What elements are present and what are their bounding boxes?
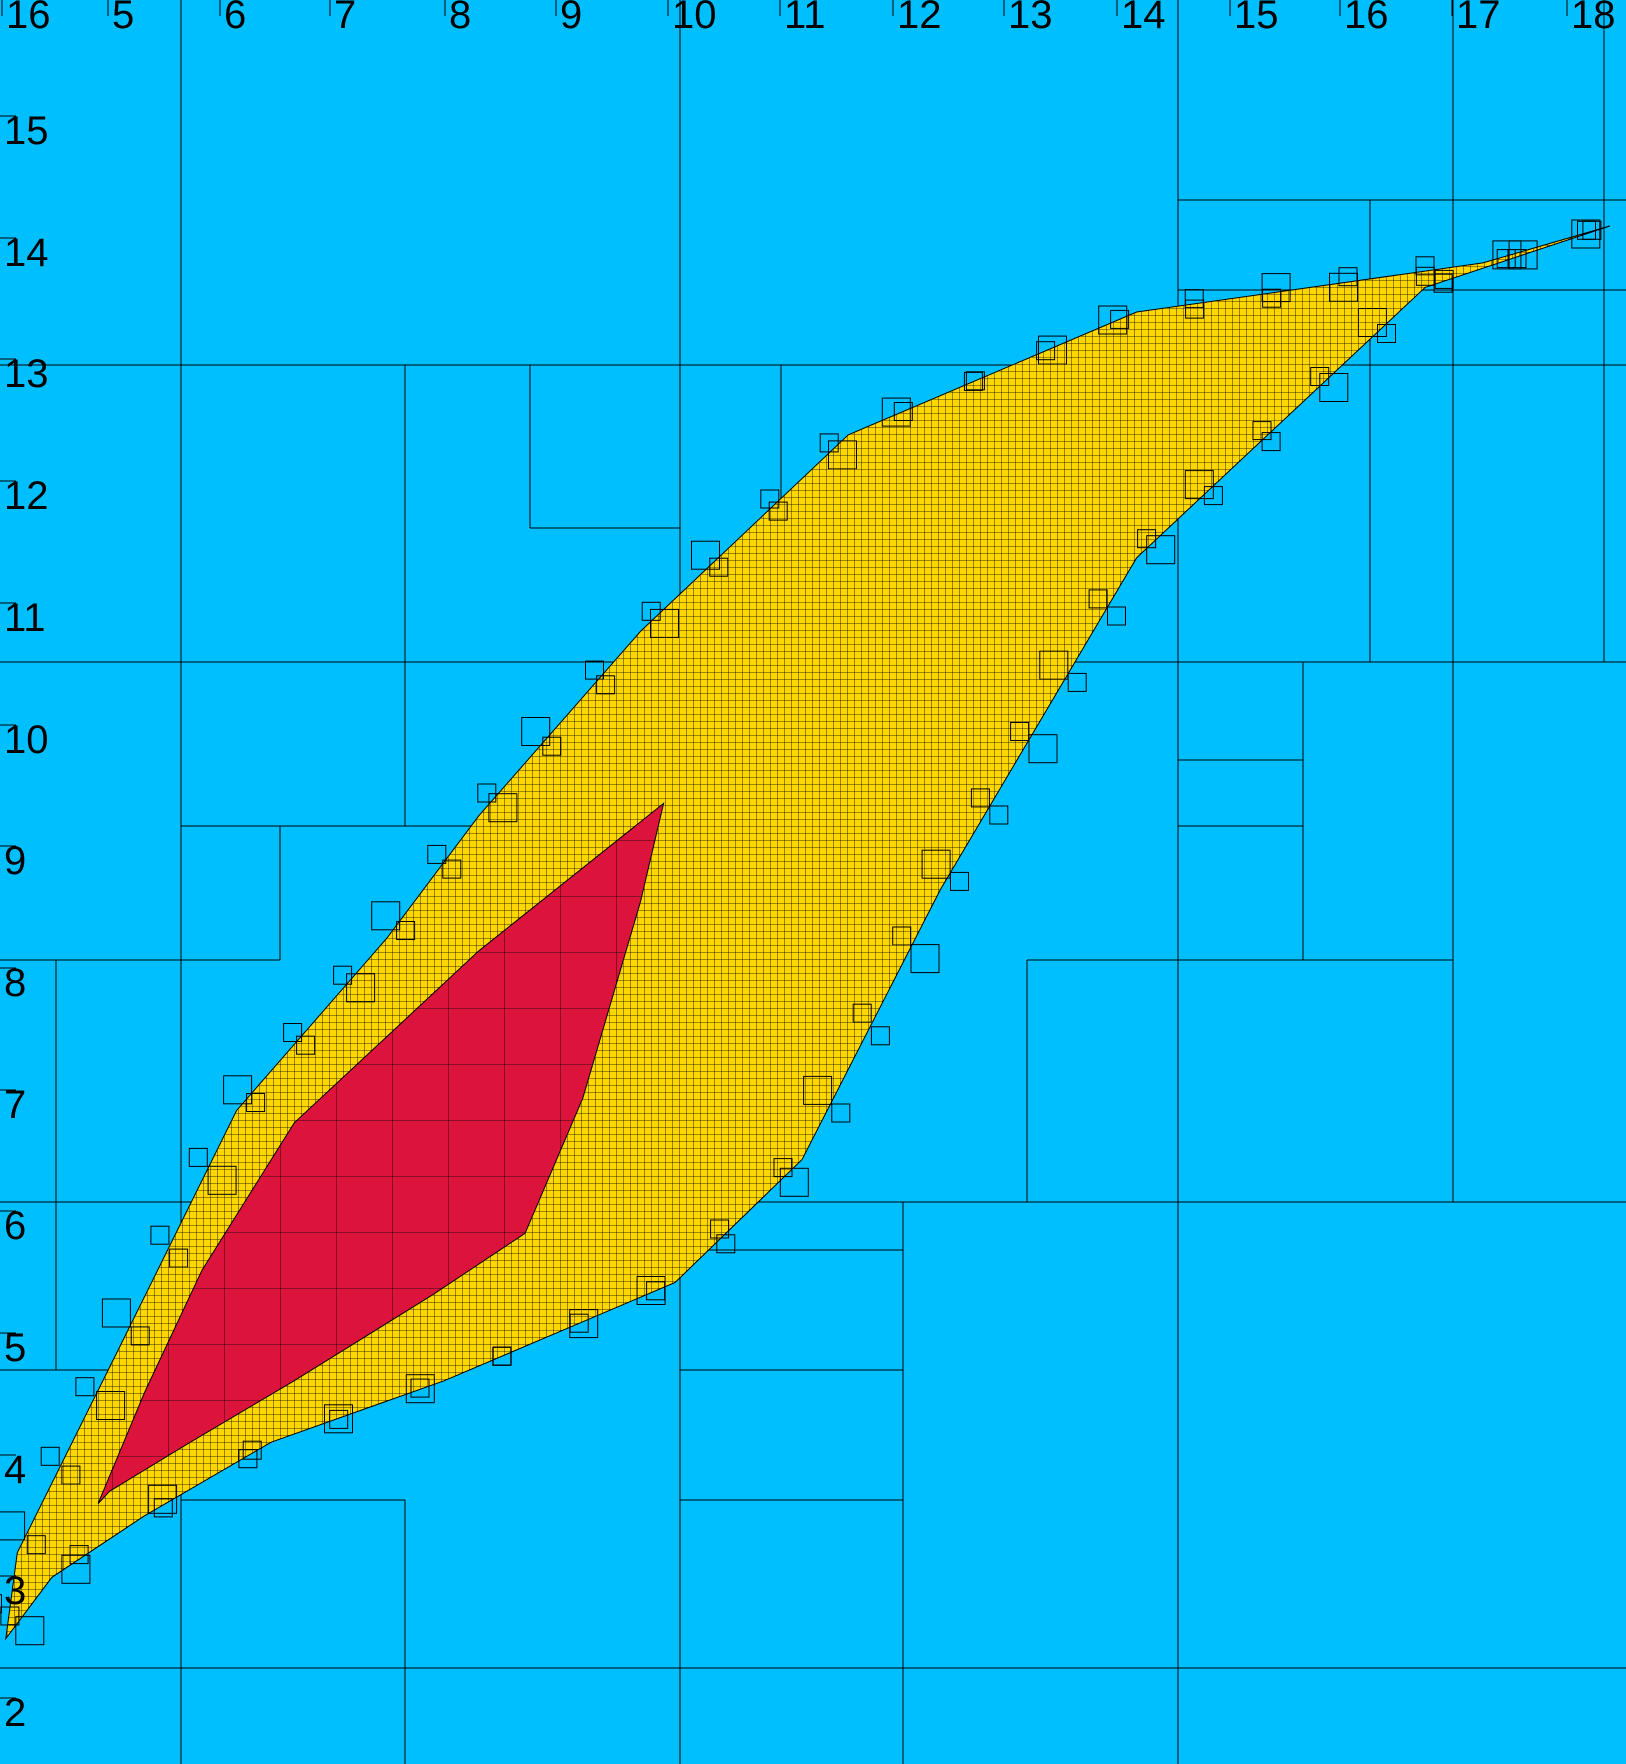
x-tick-label: 11 [784, 0, 826, 37]
x-tick-label: 16 [1344, 0, 1389, 37]
x-tick-label: 5 [112, 0, 134, 37]
x-tick-label: 10 [672, 0, 717, 37]
x-tick-label: 13 [1008, 0, 1053, 37]
x-tick-label: 7 [334, 0, 356, 37]
x-tick-label: 12 [897, 0, 942, 37]
subpaving-plot: 16 5 6 7 8 9 10 11 12 13 14 15 16 17 18 15 14 13 12 11 10 9 8… [0, 0, 1626, 1764]
x-tick-label: 18 [1571, 0, 1616, 37]
x-tick-label: 15 [1234, 0, 1279, 37]
x-tick-label: 8 [449, 0, 471, 37]
x-tick-label: 17 [1456, 0, 1501, 37]
x-tick-label: 14 [1121, 0, 1166, 37]
x-tick-label: 9 [560, 0, 582, 37]
x-tick-label: 16 [6, 0, 51, 37]
x-tick-label: 6 [224, 0, 246, 37]
x-axis-ticks: 16 5 6 7 8 9 10 11 12 13 14 15 16 17 18 [1, 0, 1616, 37]
